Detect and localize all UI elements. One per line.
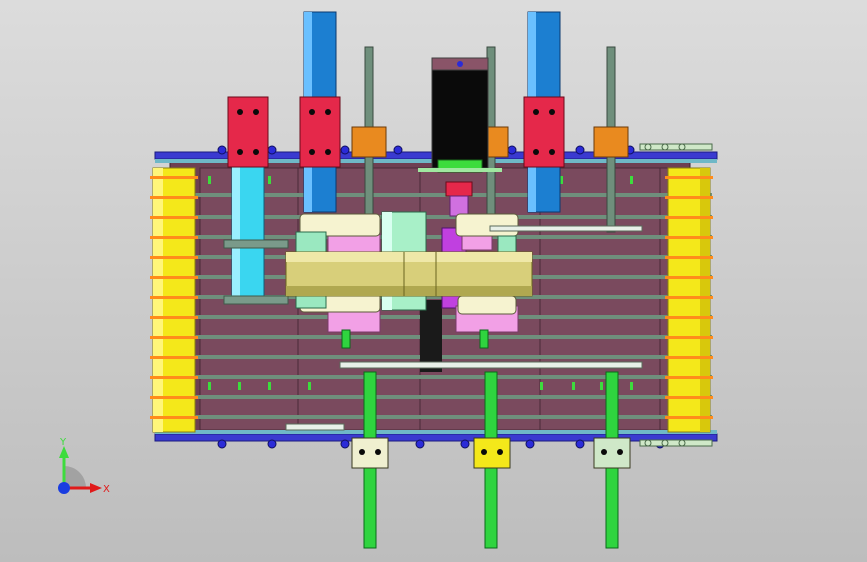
bottom-clamp-blocks	[351, 437, 631, 469]
olive-drum	[285, 251, 533, 297]
bottom-rail	[154, 430, 718, 442]
assembly-model-view[interactable]	[0, 0, 867, 562]
x-axis-arrowhead	[90, 483, 102, 493]
cad-viewport[interactable]: Y X	[0, 0, 867, 562]
right-roller-stack	[667, 167, 711, 433]
coordinate-triad: Y X	[58, 437, 110, 495]
x-axis-label: X	[103, 484, 110, 495]
central-lower-strip	[420, 300, 442, 372]
y-axis-label: Y	[59, 437, 67, 448]
left-roller-stack	[152, 167, 196, 433]
z-axis-dot	[58, 482, 70, 494]
